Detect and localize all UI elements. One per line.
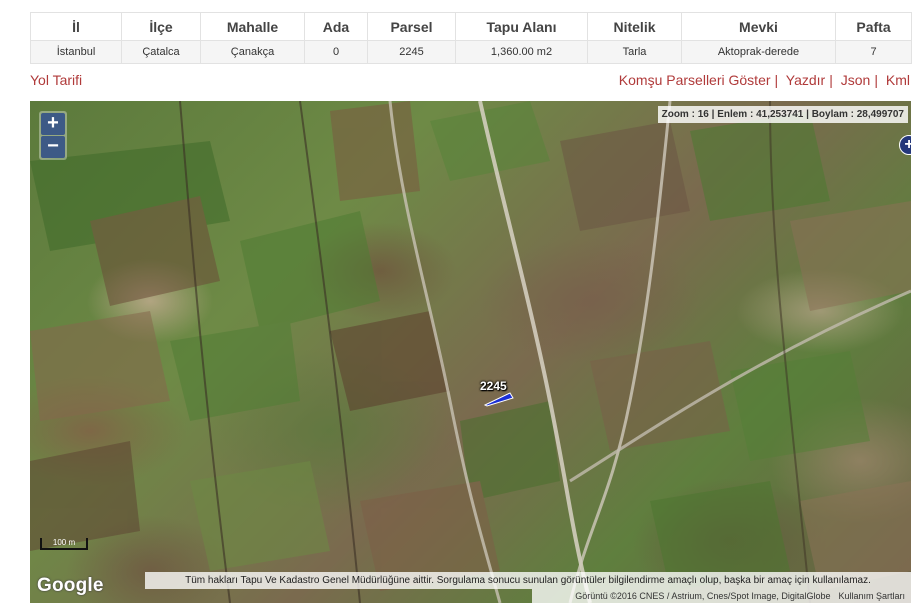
scale-text: 100 m [52, 538, 76, 547]
terms-of-use-link[interactable]: Kullanım Şartları [838, 591, 905, 601]
show-neighbors-link[interactable]: Komşu Parselleri Göster [619, 72, 771, 88]
table-header-row: İl İlçe Mahalle Ada Parsel Tapu Alanı Ni… [30, 12, 912, 41]
print-link[interactable]: Yazdır [786, 72, 825, 88]
parcel-label: 2245 [480, 379, 507, 393]
google-logo: Google [37, 575, 104, 596]
separator: | [774, 72, 779, 88]
cell-il: İstanbul [30, 40, 122, 64]
imagery-credit: Görüntü ©2016 CNES / Astrium, Cnes/Spot … [575, 591, 831, 601]
header-pafta: Pafta [835, 12, 912, 41]
cell-pafta: 7 [835, 40, 912, 64]
json-link[interactable]: Json [841, 72, 871, 88]
cell-tapu-alani: 1,360.00 m2 [455, 40, 588, 64]
cell-ada: 0 [304, 40, 368, 64]
copyright-disclaimer: Tüm hakları Tapu Ve Kadastro Genel Müdür… [145, 572, 911, 589]
table-row: İstanbul Çatalca Çanakça 0 2245 1,360.00… [30, 40, 912, 64]
separator: | [829, 72, 833, 88]
imagery-attribution: Görüntü ©2016 CNES / Astrium, Cnes/Spot … [532, 589, 911, 603]
scale-bar: 100 m [40, 538, 88, 550]
zoom-in-button[interactable]: + [41, 113, 65, 135]
header-mevki: Mevki [681, 12, 836, 41]
separator: | [874, 72, 878, 88]
satellite-map[interactable]: + − Zoom : 16 | Enlem : 41,253741 | Boyl… [30, 101, 911, 603]
coordinate-readout: Zoom : 16 | Enlem : 41,253741 | Boylam :… [657, 106, 908, 123]
header-mahalle: Mahalle [200, 12, 305, 41]
cell-parsel: 2245 [367, 40, 456, 64]
cell-mahalle: Çanakça [200, 40, 305, 64]
cell-mevki: Aktoprak-derede [681, 40, 836, 64]
zoom-controls: + − [39, 111, 67, 160]
header-il: İl [30, 12, 122, 41]
route-link[interactable]: Yol Tarifi [30, 72, 82, 88]
cell-nitelik: Tarla [587, 40, 682, 64]
actions-bar: Komşu Parselleri Göster | Yazdır | Json | K… [619, 72, 910, 88]
parcel-shape[interactable] [483, 392, 514, 407]
kml-link[interactable]: Kml [886, 72, 910, 88]
zoom-out-button[interactable]: − [41, 136, 65, 158]
satellite-imagery [30, 101, 911, 603]
header-ilce: İlçe [121, 12, 201, 41]
header-parsel: Parsel [367, 12, 456, 41]
cell-ilce: Çatalca [121, 40, 201, 64]
parcel-info-table: İl İlçe Mahalle Ada Parsel Tapu Alanı Ni… [30, 12, 912, 64]
header-tapu-alani: Tapu Alanı [455, 12, 588, 41]
header-ada: Ada [304, 12, 368, 41]
header-nitelik: Nitelik [587, 12, 682, 41]
